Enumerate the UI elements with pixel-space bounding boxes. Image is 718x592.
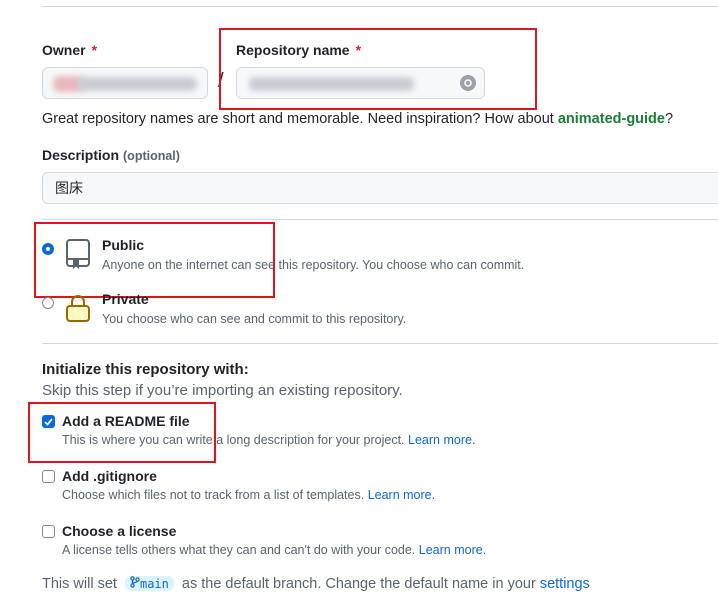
description-label: Description (optional) bbox=[42, 147, 180, 163]
branch-chip: main bbox=[124, 576, 174, 591]
owner-label: Owner * bbox=[42, 42, 98, 58]
init-section-subtitle: Skip this step if you’re importing an ex… bbox=[42, 382, 403, 399]
name-suggestion-link[interactable]: animated-guide bbox=[558, 111, 665, 127]
git-branch-icon bbox=[130, 576, 140, 588]
settings-link[interactable]: settings bbox=[540, 576, 590, 592]
gitignore-learn-more-link[interactable]: Learn more. bbox=[368, 488, 435, 502]
visibility-private-title: Private bbox=[102, 291, 149, 307]
highlight-box-public bbox=[34, 222, 275, 298]
lock-icon bbox=[65, 293, 91, 328]
readme-learn-more-link[interactable]: Learn more. bbox=[408, 433, 475, 447]
default-branch-note: This will set main as the default branch… bbox=[42, 576, 590, 592]
license-desc: A license tells others what they can and… bbox=[62, 543, 487, 557]
section-divider bbox=[42, 219, 718, 220]
init-section-title: Initialize this repository with: bbox=[42, 361, 249, 378]
gitignore-desc: Choose which files not to track from a l… bbox=[62, 488, 436, 502]
license-learn-more-link[interactable]: Learn more. bbox=[419, 543, 486, 557]
top-divider bbox=[42, 6, 718, 7]
visibility-private-radio[interactable] bbox=[42, 297, 54, 309]
highlight-box-readme bbox=[28, 402, 216, 463]
visibility-private-desc: You choose who can see and commit to thi… bbox=[102, 312, 407, 326]
highlight-box-repo-name bbox=[219, 28, 537, 110]
license-title: Choose a license bbox=[62, 523, 177, 539]
gitignore-checkbox[interactable] bbox=[42, 470, 55, 483]
owner-required-mark: * bbox=[91, 42, 98, 58]
section-divider bbox=[42, 343, 718, 344]
description-input[interactable]: 图床 bbox=[42, 172, 718, 204]
description-optional-tag: (optional) bbox=[123, 149, 180, 163]
license-checkbox[interactable] bbox=[42, 525, 55, 538]
gitignore-title: Add .gitignore bbox=[62, 468, 157, 484]
owner-select[interactable] bbox=[42, 67, 208, 99]
repo-name-hint: Great repository names are short and mem… bbox=[42, 111, 674, 127]
